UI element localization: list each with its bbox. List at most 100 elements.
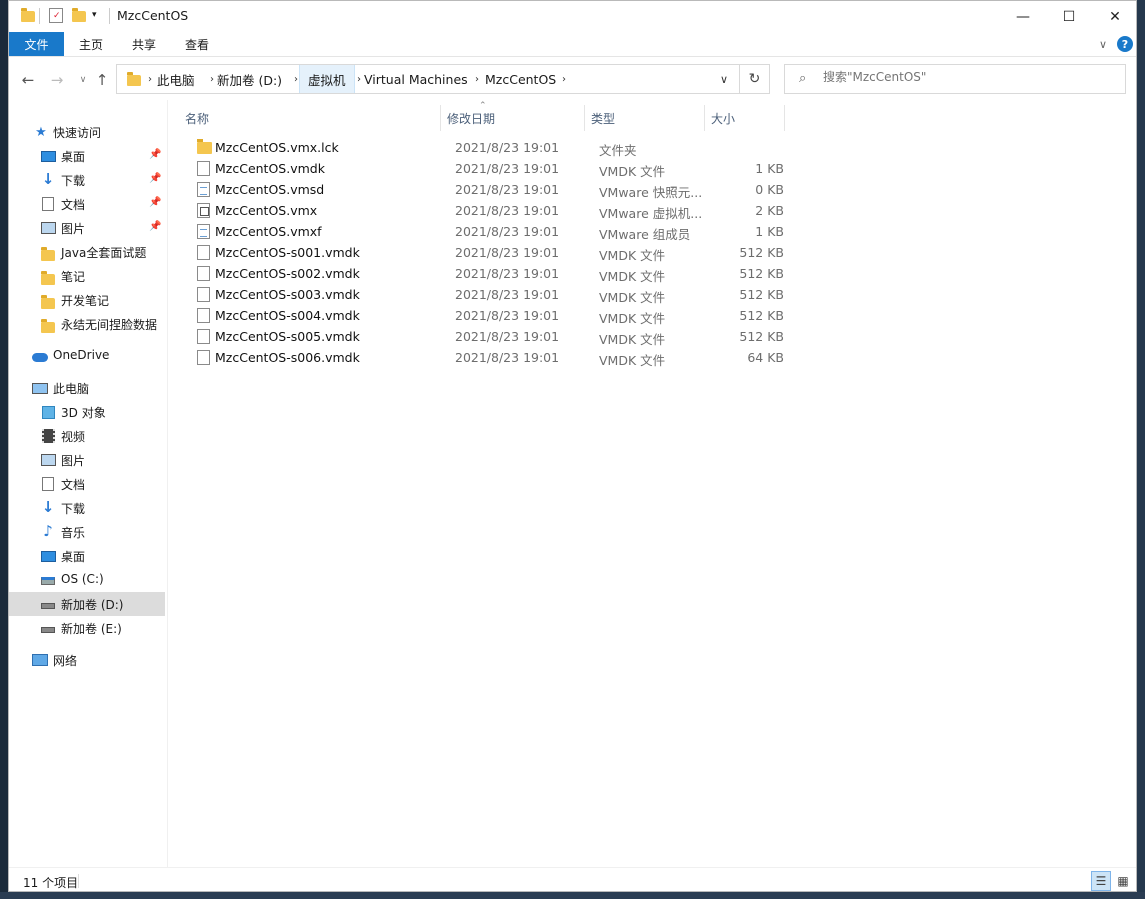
refresh-button[interactable]: ↻ (740, 64, 770, 94)
file-row[interactable]: MzcCentOS-s001.vmdk 2021/8/23 19:01 VMDK… (179, 242, 789, 263)
nav-quick-access[interactable]: ★ 快速访问 (9, 120, 165, 144)
document-icon (40, 196, 56, 212)
details-view-icon: ☰ (1095, 874, 1107, 888)
nav-quick-notes[interactable]: 笔记 (9, 264, 165, 288)
blank-file-icon (197, 287, 210, 302)
breadcrumb-this-pc[interactable]: 此电脑 (157, 65, 195, 93)
file-row[interactable]: MzcCentOS.vmx 2021/8/23 19:01 VMware 虚拟机… (179, 200, 789, 221)
blank-file-icon (197, 161, 210, 176)
nav-music[interactable]: ♪ 音乐 (9, 520, 165, 544)
file-name: MzcCentOS.vmsd (215, 182, 325, 197)
file-type: VMDK 文件 (599, 311, 666, 326)
pin-icon[interactable]: 📌 (149, 197, 161, 208)
desktop-icon (40, 548, 56, 564)
file-row[interactable]: MzcCentOS-s005.vmdk 2021/8/23 19:01 VMDK… (179, 326, 789, 347)
nav-label: 永结无间捏脸数据 (61, 318, 158, 332)
nav-label: 开发笔记 (61, 294, 110, 308)
forward-arrow-icon[interactable]: → (47, 70, 67, 90)
title-bar: ✓ ▾ MzcCentOS — ☐ ✕ (9, 1, 1136, 32)
properties-icon[interactable]: ✓ (49, 8, 63, 23)
nav-3d-objects[interactable]: 3D 对象 (9, 400, 165, 424)
file-size: 512 KB (739, 245, 784, 260)
search-input[interactable] (823, 70, 1113, 84)
status-divider (78, 874, 79, 888)
maximize-button[interactable]: ☐ (1046, 1, 1092, 32)
new-folder-icon[interactable] (72, 8, 86, 24)
nav-onedrive[interactable]: OneDrive (9, 344, 165, 368)
folder-icon (40, 246, 56, 263)
column-header-date[interactable]: 修改日期 (441, 105, 585, 131)
file-date: 2021/8/23 19:01 (455, 182, 560, 197)
breadcrumb-separator-icon: › (294, 73, 298, 85)
address-bar[interactable]: › 此电脑 › 新加卷 (D:) › 虚拟机 › Virtual Machine… (116, 64, 740, 94)
file-date: 2021/8/23 19:01 (455, 266, 560, 281)
nav-quick-desktop[interactable]: 桌面 📌 (9, 144, 165, 168)
pin-icon[interactable]: 📌 (149, 221, 161, 232)
customize-toolbar-icon[interactable]: ▾ (92, 10, 97, 26)
nav-label: OneDrive (53, 348, 110, 362)
breadcrumb-virtual-machines[interactable]: Virtual Machines (364, 65, 468, 93)
file-row[interactable]: MzcCentOS-s006.vmdk 2021/8/23 19:01 VMDK… (179, 347, 789, 368)
nav-videos[interactable]: 视频 (9, 424, 165, 448)
folder-icon (40, 270, 56, 287)
file-row[interactable]: MzcCentOS.vmsd 2021/8/23 19:01 VMware 快照… (179, 179, 789, 200)
nav-pc-desktop[interactable]: 桌面 (9, 544, 165, 568)
file-row[interactable]: MzcCentOS.vmxf 2021/8/23 19:01 VMware 组成… (179, 221, 789, 242)
recent-locations-chevron-icon[interactable]: ∨ (73, 70, 93, 90)
ribbon: 文件 主页 共享 查看 ∨ ? (9, 32, 1136, 57)
nav-pc-downloads[interactable]: ↓ 下载 (9, 496, 165, 520)
file-row[interactable]: MzcCentOS-s002.vmdk 2021/8/23 19:01 VMDK… (179, 263, 789, 284)
file-date: 2021/8/23 19:01 (455, 287, 560, 302)
back-arrow-icon[interactable]: ← (18, 70, 38, 90)
pin-icon[interactable]: 📌 (149, 173, 161, 184)
breadcrumb-mzccentos[interactable]: MzcCentOS (485, 65, 556, 93)
help-icon[interactable]: ? (1117, 36, 1133, 52)
breadcrumb-virtual-machine-cn[interactable]: 虚拟机 (299, 65, 355, 93)
search-box[interactable]: ⌕ (784, 64, 1126, 94)
details-view-button[interactable]: ☰ (1091, 871, 1111, 891)
navigation-pane: ★ 快速访问 桌面 📌 ↓ 下载 📌 文档 📌 图片 📌 Java全套面试题 笔… (9, 111, 167, 867)
nav-label: 网络 (53, 654, 78, 668)
file-size: 1 KB (755, 224, 784, 239)
tab-view[interactable]: 查看 (173, 32, 221, 56)
column-header-size[interactable]: 大小 (705, 105, 785, 131)
text-document-icon (197, 224, 210, 239)
nav-quick-dev-notes[interactable]: 开发笔记 (9, 288, 165, 312)
file-type: VMDK 文件 (599, 269, 666, 284)
tab-share[interactable]: 共享 (120, 32, 168, 56)
nav-pc-documents[interactable]: 文档 (9, 472, 165, 496)
file-row[interactable]: MzcCentOS-s003.vmdk 2021/8/23 19:01 VMDK… (179, 284, 789, 305)
close-button[interactable]: ✕ (1092, 1, 1138, 32)
up-arrow-icon[interactable]: ↑ (92, 70, 112, 90)
minimize-button[interactable]: — (1000, 1, 1046, 32)
nav-quick-documents[interactable]: 文档 📌 (9, 192, 165, 216)
large-icons-view-button[interactable]: ▦ (1113, 871, 1133, 891)
pin-icon[interactable]: 📌 (149, 149, 161, 160)
column-header-type[interactable]: 类型 (585, 105, 705, 131)
nav-quick-face-data[interactable]: 永结无间捏脸数据 (9, 312, 165, 336)
file-type: VMDK 文件 (599, 248, 666, 263)
nav-drive-e[interactable]: 新加卷 (E:) (9, 616, 165, 640)
address-history-chevron-icon[interactable]: ∨ (720, 65, 728, 93)
file-row[interactable]: MzcCentOS.vmx.lck 2021/8/23 19:01 文件夹 (179, 137, 789, 158)
file-row[interactable]: MzcCentOS-s004.vmdk 2021/8/23 19:01 VMDK… (179, 305, 789, 326)
tab-home[interactable]: 主页 (67, 32, 115, 56)
nav-quick-java[interactable]: Java全套面试题 (9, 240, 165, 264)
nav-label: 桌面 (61, 550, 86, 564)
nav-drive-c[interactable]: OS (C:) (9, 568, 165, 592)
large-icons-view-icon: ▦ (1117, 874, 1129, 888)
nav-pc-pictures[interactable]: 图片 (9, 448, 165, 472)
expand-ribbon-icon[interactable]: ∨ (1095, 32, 1111, 56)
breadcrumb-volume-d[interactable]: 新加卷 (D:) (217, 65, 282, 93)
column-header-name[interactable]: 名称 (179, 105, 441, 131)
file-row[interactable]: MzcCentOS.vmdk 2021/8/23 19:01 VMDK 文件 1… (179, 158, 789, 179)
tab-file[interactable]: 文件 (9, 32, 64, 56)
file-type: VMDK 文件 (599, 332, 666, 347)
nav-quick-downloads[interactable]: ↓ 下载 📌 (9, 168, 165, 192)
nav-drive-d[interactable]: 新加卷 (D:) (9, 592, 165, 616)
nav-network[interactable]: 网络 (9, 648, 165, 672)
file-type: VMDK 文件 (599, 353, 666, 368)
nav-this-pc[interactable]: 此电脑 (9, 376, 165, 400)
nav-quick-pictures[interactable]: 图片 📌 (9, 216, 165, 240)
pane-divider[interactable] (167, 100, 168, 867)
